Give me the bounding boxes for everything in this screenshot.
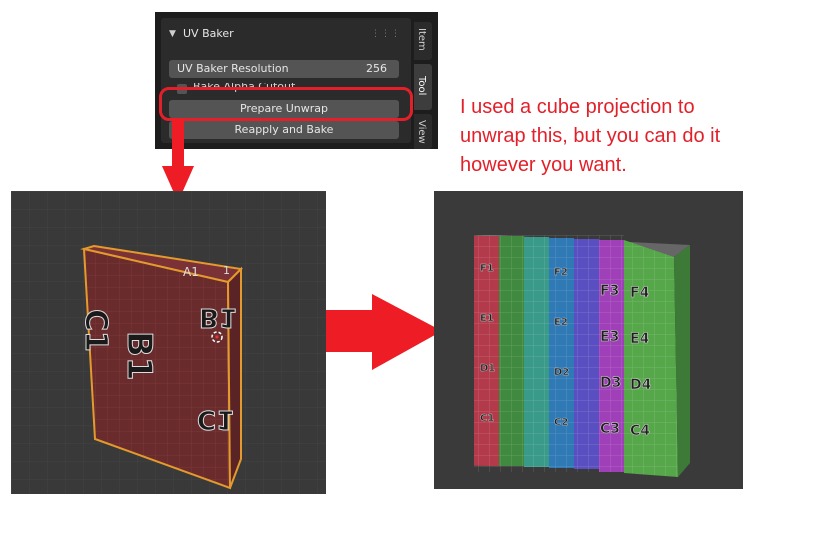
- chevron-down-icon[interactable]: ▼: [169, 24, 176, 44]
- uv-baker-resolution-field[interactable]: UV Baker Resolution 256: [169, 60, 399, 78]
- drag-grip-icon[interactable]: ⋮⋮⋮: [371, 24, 401, 44]
- label-d3: D3: [600, 375, 621, 391]
- prepare-unwrap-highlight: [159, 87, 413, 121]
- label-c2: C2: [554, 417, 568, 428]
- label-c3: C3: [600, 421, 620, 437]
- uv-baker-panel-window: ▼ UV Baker ⋮⋮⋮ UV Baker Resolution 256 B…: [155, 12, 438, 149]
- viewport-after[interactable]: F3 F4 E3 E4 D3 D4 C3 C4 F1 F2 E1 E2 D1 D…: [434, 191, 743, 489]
- face-label-b1-rotated: B1: [119, 331, 159, 381]
- tab-tool[interactable]: Tool: [414, 64, 432, 110]
- cube-mesh-after[interactable]: [474, 235, 690, 477]
- label-c4: C4: [630, 423, 650, 439]
- panel-header[interactable]: ▼ UV Baker ⋮⋮⋮: [161, 24, 411, 44]
- top-label-1: 1: [223, 264, 230, 277]
- reapply-and-bake-button[interactable]: Reapply and Bake: [169, 121, 399, 139]
- label-e4: E4: [630, 331, 650, 347]
- annotation-text: I used a cube projection to unwrap this,…: [460, 96, 721, 176]
- resolution-label: UV Baker Resolution: [177, 62, 289, 75]
- resolution-value: 256: [366, 62, 387, 75]
- panel-title: UV Baker: [183, 27, 234, 40]
- sidebar-tabs: Item Tool View: [414, 18, 434, 149]
- tab-item[interactable]: Item: [414, 22, 432, 60]
- label-f1: F1: [480, 263, 494, 274]
- label-c1: C1: [480, 413, 494, 424]
- label-f4: F4: [630, 285, 650, 301]
- face-label-c1: C1: [197, 404, 234, 434]
- uv-baker-panel: ▼ UV Baker ⋮⋮⋮ UV Baker Resolution 256 B…: [161, 18, 411, 143]
- face-label-c1-rotated: C1: [78, 309, 113, 352]
- right-arrow-icon: [310, 294, 442, 370]
- tab-view[interactable]: View: [414, 114, 432, 149]
- label-e3: E3: [600, 329, 619, 345]
- label-d1: D1: [480, 363, 495, 374]
- label-e2: E2: [554, 317, 568, 328]
- top-label-a1: A1: [183, 265, 199, 279]
- label-d4: D4: [630, 377, 652, 393]
- label-f3: F3: [600, 283, 619, 299]
- face-label-b1: B1: [199, 302, 237, 332]
- label-d2: D2: [554, 367, 569, 378]
- viewport-before[interactable]: A1 1 C1 B1 B1 C1: [11, 191, 326, 494]
- label-f2: F2: [554, 267, 568, 278]
- label-e1: E1: [480, 313, 494, 324]
- cube-side-face: [226, 266, 242, 489]
